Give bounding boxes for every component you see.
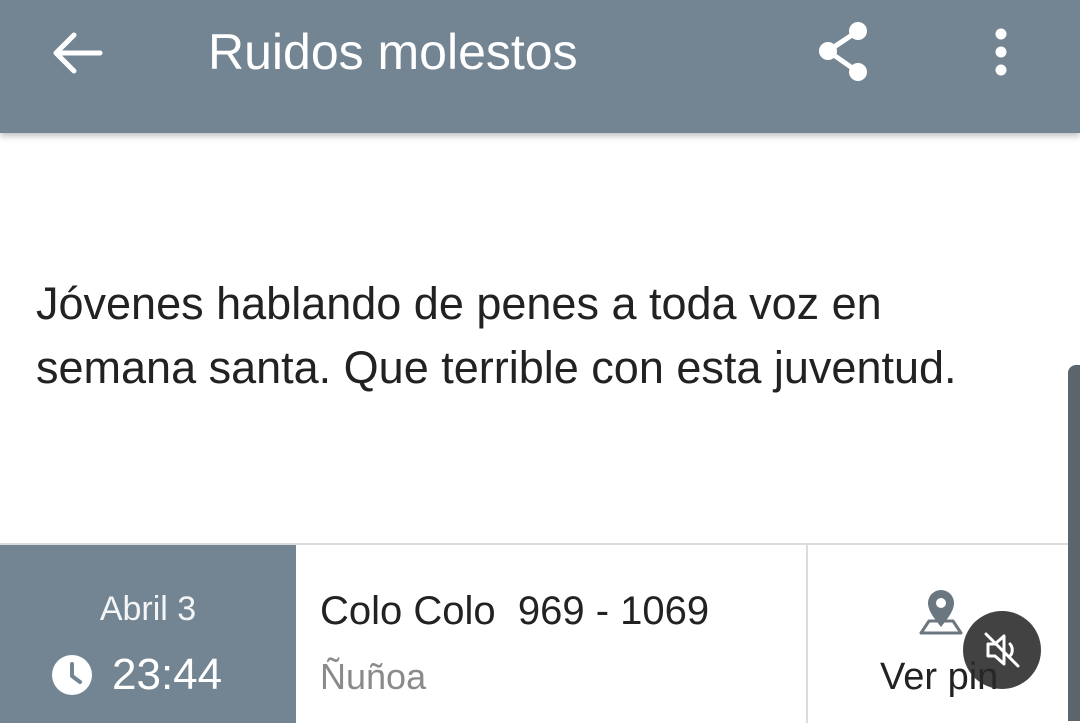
street-address: Colo Colo 969 - 1069: [320, 589, 710, 633]
map-pin-icon: [919, 590, 963, 635]
report-info-bar: Abril 3 23:44 Colo Colo 969 - 1069 Ñuñoa…: [0, 543, 1068, 723]
report-date: Abril 3: [99, 590, 197, 628]
app-bar: Ruidos molestos: [0, 0, 1080, 133]
arrow-left-icon: [53, 32, 103, 74]
mute-toggle-button[interactable]: [963, 611, 1041, 689]
more-vertical-icon: [995, 28, 1007, 76]
share-button[interactable]: [808, 16, 880, 88]
date-time-panel: Abril 3 23:44: [0, 545, 296, 723]
share-icon: [819, 22, 867, 81]
more-options-button[interactable]: [975, 16, 1027, 88]
report-message: Jóvenes hablando de penes a toda voz en …: [36, 278, 957, 393]
muted-speaker-icon: [984, 632, 1020, 668]
clock-icon: [52, 655, 92, 695]
scrollbar[interactable]: [1068, 365, 1080, 721]
commune-label: Ñuñoa: [320, 656, 427, 697]
page-title: Ruidos molestos: [208, 24, 578, 80]
report-time: 23:44: [112, 650, 223, 699]
address-panel: Colo Colo 969 - 1069 Ñuñoa: [296, 545, 808, 723]
back-button[interactable]: [40, 22, 112, 82]
